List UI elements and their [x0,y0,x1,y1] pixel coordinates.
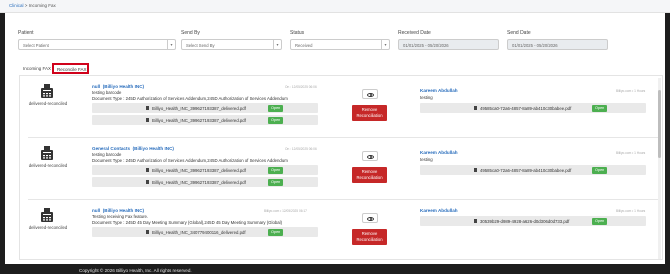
send-by-filter: Send By Select Send By ▾ [181,30,282,50]
attachment-row: Billiyo_Health_INC_340779400116_delivere… [92,227,318,237]
send-by-filter-label: Send By [181,30,200,36]
chevron-down-icon: ▾ [167,40,175,49]
document-type: Document Type : 245D 45 Day Meeting Summ… [92,220,283,225]
patient-filter: Patient Select Patient ▾ [18,30,176,50]
reconcile-fax-list: delivered-reconciled null (Billiyo Healt… [19,75,663,260]
document-type: Document Type : 245D Authorization of Se… [92,158,288,163]
received-date-label: Received Date [398,30,431,36]
attachment-name: 49585ca0-72a6-4857-8a89-ab410c30babee.pd… [480,167,572,173]
pdf-file-icon [474,219,477,223]
card-divider [28,199,658,200]
status-filter: Status Received ▾ [290,30,390,50]
pdf-file-icon [146,168,149,172]
remove-reconciliation-button[interactable]: Remove Reconciliation [352,167,387,183]
attachment-name: Billiyo_Health_INC_399627193387_delivere… [152,167,246,173]
fax-description: testing barcode [92,152,122,157]
open-button[interactable]: Open [592,217,608,225]
attachment-name: Billiyo_Health_INC_399627193387_delivere… [152,117,246,123]
fax-status: delivered-reconciled [28,225,68,230]
sender-name[interactable]: General Contacts (Billiyo Health INC) [92,146,174,151]
view-button[interactable] [362,89,378,99]
attachment-row: Billiyo_Health_INC_399627193387_delivere… [92,177,318,187]
open-button[interactable]: Open [268,116,284,124]
attachment-name: Billiyo_Health_INC_340779400116_delivere… [152,229,246,235]
fax-status: delivered-reconciled [28,101,68,106]
recipient-timestamp: Billiyo.com • 1 Hours [616,209,646,213]
fax-status: delivered-reconciled [28,163,68,168]
tab-incoming-fax[interactable]: Incoming FAX [19,63,55,74]
recipient-name[interactable]: Kareem Abdullah [420,150,458,155]
breadcrumb-clinical-link[interactable]: Clinical [9,3,24,8]
pdf-file-icon [474,106,477,110]
recipient-timestamp: Billiyo.com • 1 Hours [616,89,646,93]
pdf-file-icon [146,230,149,234]
breadcrumb-separator: > [24,3,28,8]
view-button[interactable] [362,213,378,223]
send-by-select[interactable]: Select Send By ▾ [181,39,282,50]
fax-card: delivered-reconciled General Contacts (B… [20,142,660,200]
recipient-note: testing [420,157,433,162]
list-scrollbar[interactable] [658,78,661,259]
patient-filter-label: Patient [18,30,34,36]
remove-reconciliation-button[interactable]: Remove Reconciliation [352,229,387,245]
chevron-down-icon: ▾ [381,40,389,49]
recipient-timestamp: Billiyo.com • 1 Hours [616,151,646,155]
document-type: Document Type : 245D Authorization of Se… [92,96,288,101]
fax-machine-icon [41,84,53,98]
attachment-name: 49585ca0-72a6-4857-8a89-ab410c30babee.pd… [480,105,572,111]
remove-reconciliation-button[interactable]: Remove Reconciliation [352,105,387,121]
pdf-file-icon [146,118,149,122]
open-button[interactable]: Open [592,166,608,174]
breadcrumb: Clinical > Incoming Fax [9,3,56,8]
recipient-attachment-row: 49585ca0-72a6-4857-8a89-ab410c30babee.pd… [420,103,646,113]
chevron-down-icon: ▾ [273,40,281,49]
recipient-attachment-row: 49585ca0-72a6-4857-8a89-ab410c30babee.pd… [420,165,646,175]
attachment-name: 30539b29-d989-4928-a626-d0d306d0d733.pdf [480,218,570,224]
send-date-input[interactable]: 01/01/2025 - 05/20/2026 [507,39,608,50]
view-button[interactable] [362,151,378,161]
open-button[interactable]: Open [268,166,284,174]
fax-card: delivered-reconciled null (Billiyo Healt… [20,80,660,138]
fax-card: delivered-reconciled null (Billiyo Healt… [20,204,660,259]
card-divider [28,137,658,138]
received-date-filter: Received Date 01/01/2025 - 05/20/2026 [398,30,499,50]
pdf-file-icon [146,106,149,110]
received-date-input[interactable]: 01/01/2025 - 05/20/2026 [398,39,499,50]
sender-name[interactable]: null (Billiyo Health INC) [92,208,144,213]
patient-select[interactable]: Select Patient ▾ [18,39,176,50]
open-button[interactable]: Open [592,104,608,112]
recipient-note: testing [420,95,433,100]
attachment-row: Billiyo_Health_INC_399627193387_delivere… [92,115,318,125]
fax-machine-icon [41,208,53,222]
tab-reconcile-fax[interactable]: Reconcile FAX [52,63,89,74]
open-button[interactable]: Open [268,104,284,112]
top-bar: Clinical > Incoming Fax [0,0,670,13]
open-button[interactable]: Open [268,178,284,186]
send-date-filter: Send Date 01/01/2025 - 05/20/2026 [507,30,608,50]
attachment-row: Billiyo_Health_INC_399627193387_delivere… [92,103,318,113]
status-select[interactable]: Received ▾ [290,39,390,50]
received-timestamp: On : 12/05/2025 06:06 [285,85,317,89]
fax-machine-icon [41,146,53,160]
received-timestamp: Billiyo.com • 12/05/2025 06:17 [264,209,307,213]
fax-description: testing barcode [92,90,122,95]
recipient-attachment-row: 30539b29-d989-4928-a626-d0d306d0d733.pdf… [420,216,646,226]
recipient-name[interactable]: Kareem Abdullah [420,208,458,213]
status-filter-label: Status [290,30,305,36]
received-timestamp: On : 12/05/2025 06:06 [285,147,317,151]
sender-name[interactable]: null (Billiyo Health INC) [92,84,144,89]
pdf-file-icon [474,168,477,172]
fax-description: Testing receiving Fax feature. [92,214,149,219]
filter-bar: Patient Select Patient ▾ Send By Select … [5,13,665,57]
recipient-name[interactable]: Kareem Abdullah [420,88,458,93]
open-button[interactable]: Open [268,228,284,236]
attachment-row: Billiyo_Health_INC_399627193387_delivere… [92,165,318,175]
breadcrumb-current: Incoming Fax [28,3,56,8]
send-date-label: Send Date [507,30,531,36]
attachment-name: Billiyo_Health_INC_399627193387_delivere… [152,179,246,185]
attachment-name: Billiyo_Health_INC_399627193387_delivere… [152,105,246,111]
scrollbar-thumb[interactable] [658,90,661,158]
footer-copyright: Copyright © 2026 Billiyo Health, Inc. Al… [79,268,192,273]
pdf-file-icon [146,180,149,184]
